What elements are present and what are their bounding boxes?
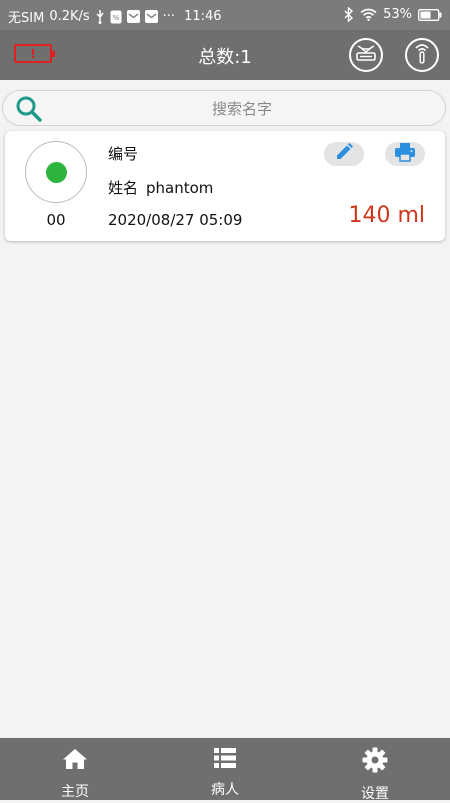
app-bar: ! 总数:1 — [0, 30, 450, 80]
nav-item-patients[interactable]: 病人 — [150, 738, 300, 800]
nav-label-home: 主页 — [61, 784, 89, 800]
gear-icon — [362, 747, 388, 777]
edit-button[interactable] — [324, 142, 364, 166]
usb-icon — [95, 9, 105, 24]
record-datetime: 2020/08/27 05:09 — [108, 211, 243, 229]
nav-label-patients: 病人 — [211, 782, 239, 798]
device-status-button[interactable] — [349, 38, 383, 72]
nav-item-home[interactable]: 主页 — [0, 738, 150, 800]
patient-id: 00 — [46, 211, 66, 229]
clock: 11:46 — [184, 9, 222, 24]
connect-device-button[interactable] — [405, 38, 439, 72]
status-bar: 无SIM 0.2K/s % ··· 11:46 53% — [0, 0, 450, 30]
scanner-device-icon — [355, 43, 377, 67]
name-row: 姓名 phantom — [108, 177, 213, 198]
patient-card[interactable]: 00 编号 姓名 phantom 2020/08/27 05:09 140 ml — [5, 131, 445, 241]
search-icon[interactable] — [15, 95, 43, 127]
print-button[interactable] — [385, 142, 425, 166]
search-bar — [2, 90, 446, 126]
status-indicator — [25, 141, 87, 203]
pencil-icon — [334, 142, 354, 166]
number-row: 编号 — [108, 143, 138, 164]
nav-label-settings: 设置 — [361, 786, 389, 802]
status-dot — [46, 162, 67, 183]
nav-item-settings[interactable]: 设置 — [300, 738, 450, 802]
wireless-probe-icon — [412, 41, 432, 69]
more-notifications: ··· — [162, 9, 176, 24]
name-label: 姓名 — [108, 179, 139, 197]
bottom-navigation: 主页 病人 设置 — [0, 738, 450, 802]
carrier-text: 无SIM — [8, 11, 45, 26]
svg-text:%: % — [112, 14, 119, 22]
notification-icon: % — [110, 10, 122, 24]
mail-icon — [144, 10, 158, 23]
printer-icon — [394, 142, 416, 166]
mail-icon — [126, 10, 140, 23]
number-label: 编号 — [108, 145, 139, 163]
battery-icon — [418, 8, 442, 21]
bluetooth-icon — [344, 7, 354, 22]
volume-value: 140 ml — [348, 203, 425, 228]
network-speed: 0.2K/s — [49, 9, 90, 24]
list-icon — [213, 747, 237, 773]
search-input[interactable] — [49, 97, 435, 121]
home-icon — [62, 747, 88, 775]
battery-percent: 53% — [383, 7, 412, 22]
wifi-icon — [360, 8, 377, 21]
name-value: phantom — [146, 179, 214, 197]
